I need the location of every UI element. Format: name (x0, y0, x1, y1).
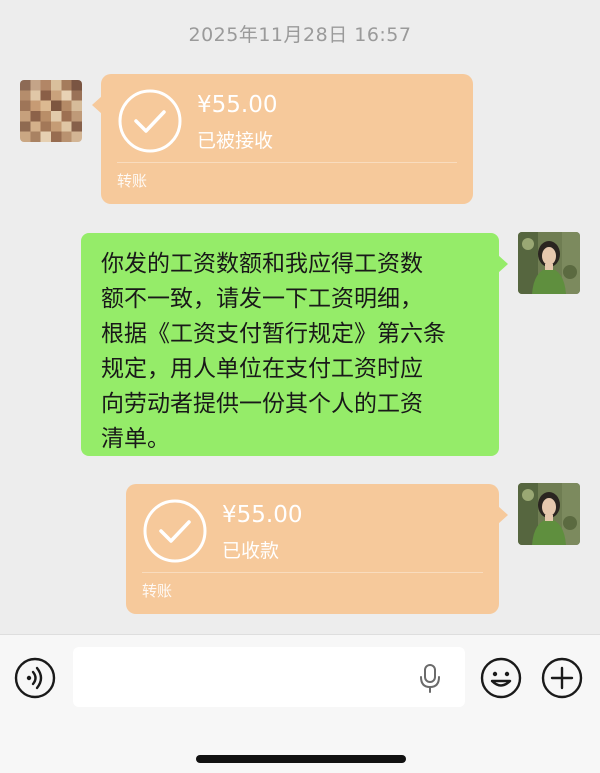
mic-icon[interactable] (419, 663, 441, 693)
voice-icon[interactable] (14, 657, 56, 699)
transfer-divider (142, 572, 483, 573)
transfer-kind-label: 转账 (117, 172, 148, 190)
transfer-kind-label: 转账 (142, 582, 173, 600)
check-circle-icon (143, 499, 207, 563)
message-line: 向劳动者提供一份其个人的工资 (101, 391, 423, 417)
message-line: 根据《工资支付暂行规定》第六条 (101, 321, 446, 347)
transfer-amount: ¥55.00 (222, 502, 303, 528)
message-line: 规定，用人单位在支付工资时应 (101, 356, 423, 382)
self-avatar[interactable] (518, 483, 580, 545)
emoji-icon[interactable] (480, 657, 522, 699)
text-message-bubble[interactable]: 你发的工资数额和我应得工资数 额不一致，请发一下工资明细， 根据《工资支付暂行规… (81, 233, 508, 456)
plus-icon[interactable] (541, 657, 583, 699)
check-circle-icon (118, 89, 182, 153)
transfer-card-collected[interactable]: ¥55.00 已收款 转账 (126, 484, 508, 614)
message-input[interactable] (73, 647, 465, 707)
bubble-tail (498, 255, 508, 273)
message-line: 清单。 (101, 426, 170, 452)
message-line: 额不一致，请发一下工资明细， (101, 286, 423, 312)
input-toolbar (0, 634, 600, 773)
transfer-status: 已收款 (222, 540, 280, 562)
transfer-status: 已被接收 (197, 130, 274, 152)
home-indicator[interactable] (196, 755, 406, 763)
bubble-tail (92, 96, 102, 114)
transfer-divider (117, 162, 457, 163)
transfer-card-received[interactable]: ¥55.00 已被接收 转账 (92, 74, 473, 204)
chat-timestamp: 2025年11月28日 16:57 (188, 24, 412, 46)
transfer-amount: ¥55.00 (197, 92, 278, 118)
message-line: 你发的工资数额和我应得工资数 (101, 251, 423, 277)
bubble-tail (498, 506, 508, 524)
self-avatar[interactable] (518, 232, 580, 294)
contact-avatar[interactable] (20, 80, 82, 142)
